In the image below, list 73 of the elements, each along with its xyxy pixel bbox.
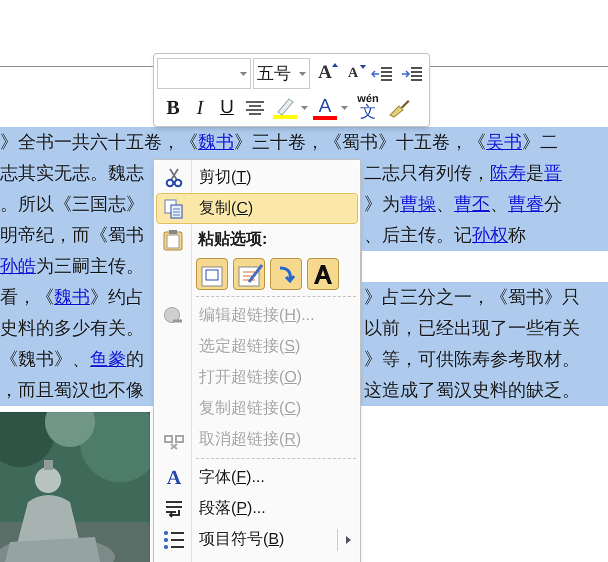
text-run: 》等，可供陈寿参考取材。 [364,348,580,371]
text-link[interactable]: 孙权 [472,222,508,249]
italic-button[interactable]: I [188,95,212,121]
text-run: 称 [508,224,526,247]
decrease-indent-icon [371,64,393,82]
text-run: 以前，已经出现了一些有关 [364,317,580,340]
font-icon: A [166,462,182,492]
text-run: 》为 [364,193,400,216]
text-link[interactable]: 魏书 [198,129,234,156]
text-run: 二志只有列传， [364,162,490,185]
text-link[interactable]: 曹丕 [454,191,490,218]
align-center-icon [245,100,265,116]
up-arrow-icon [332,62,338,66]
menu-item[interactable]: 项目符号(B) [156,524,358,555]
text-link[interactable]: 曹睿 [508,191,544,218]
text-run: 、 [490,193,508,216]
font-name-field[interactable] [157,58,251,89]
merge-formatting-button[interactable] [233,258,265,290]
text-link[interactable]: 孙皓 [0,253,36,280]
text-run: 这造成了蜀汉史料的缺乏。 [364,379,580,402]
keep-source-formatting-button[interactable] [196,258,228,290]
menu-item[interactable]: 剪切(T) [156,162,358,193]
menu-item[interactable]: 复制(C) [156,193,358,224]
letter-icon [312,263,334,285]
font-size-field[interactable]: 五号 [253,58,310,89]
paragraph-icon [164,498,184,518]
text-run: 明帝纪，而《蜀书 [0,224,144,247]
text-run: 的 [126,348,144,371]
text-link[interactable]: 鱼豢 [90,346,126,373]
text-run: 分 [544,193,562,216]
keep-text-only-button[interactable] [270,258,302,290]
bullet-list-icon [163,530,185,550]
text-run: 为三嗣主传。 [36,255,144,278]
bold-button[interactable]: B [161,95,185,121]
down-arrow-icon [360,64,366,68]
highlighter-icon [272,96,298,120]
text-run: 是 [526,162,544,185]
scissors-icon [165,168,183,188]
clipboard-icon [163,228,183,250]
text-run: 》全书一共六十五卷，《 [0,131,198,154]
text-run: 》约占 [90,286,144,309]
text-link[interactable]: 陈寿 [490,160,526,187]
text-run: 》二 [522,131,558,154]
text-run: 《魏书》、 [0,348,90,371]
dropdown-icon [240,72,247,76]
text-run: 、 [436,193,454,216]
menu-item[interactable]: 段落(P)... [156,493,358,524]
underline-button[interactable]: U [215,95,239,121]
text-only-paste-button[interactable] [307,258,339,290]
text-run: 》占三分之一，《蜀书》只 [364,286,580,309]
text-run: 、后主传。记 [364,224,472,247]
copy-icon [164,198,184,218]
text-run: 史料的多少有关。 [0,317,144,340]
brush-icon [388,98,410,118]
text-link[interactable]: 曹操 [400,191,436,218]
increase-indent-icon [401,64,423,82]
dropdown-icon [341,106,348,110]
menu-item[interactable]: A 字体(F)... [156,462,358,493]
phonetic-guide-button[interactable]: wén 文 [353,94,383,122]
text-run: 志其实无志。魏志 [0,162,144,185]
text-run: 。所以《三国志》 [0,193,144,216]
text-link[interactable]: 晋 [544,160,562,187]
grow-font-button[interactable]: A [312,60,338,86]
text-run: ，而且蜀汉也不像 [0,379,144,402]
text-link[interactable]: 吴书 [486,129,522,156]
text-link[interactable]: 魏书 [54,284,90,311]
font-color-button[interactable]: A [312,95,350,121]
shrink-font-button[interactable]: A [340,60,366,86]
dropdown-icon [301,106,308,110]
dropdown-icon [299,72,306,76]
text-run: 》三十卷，《蜀书》十五卷，《 [234,131,486,154]
text-run: 看，《 [0,286,54,309]
menu-header: 粘贴选项: [196,230,268,250]
